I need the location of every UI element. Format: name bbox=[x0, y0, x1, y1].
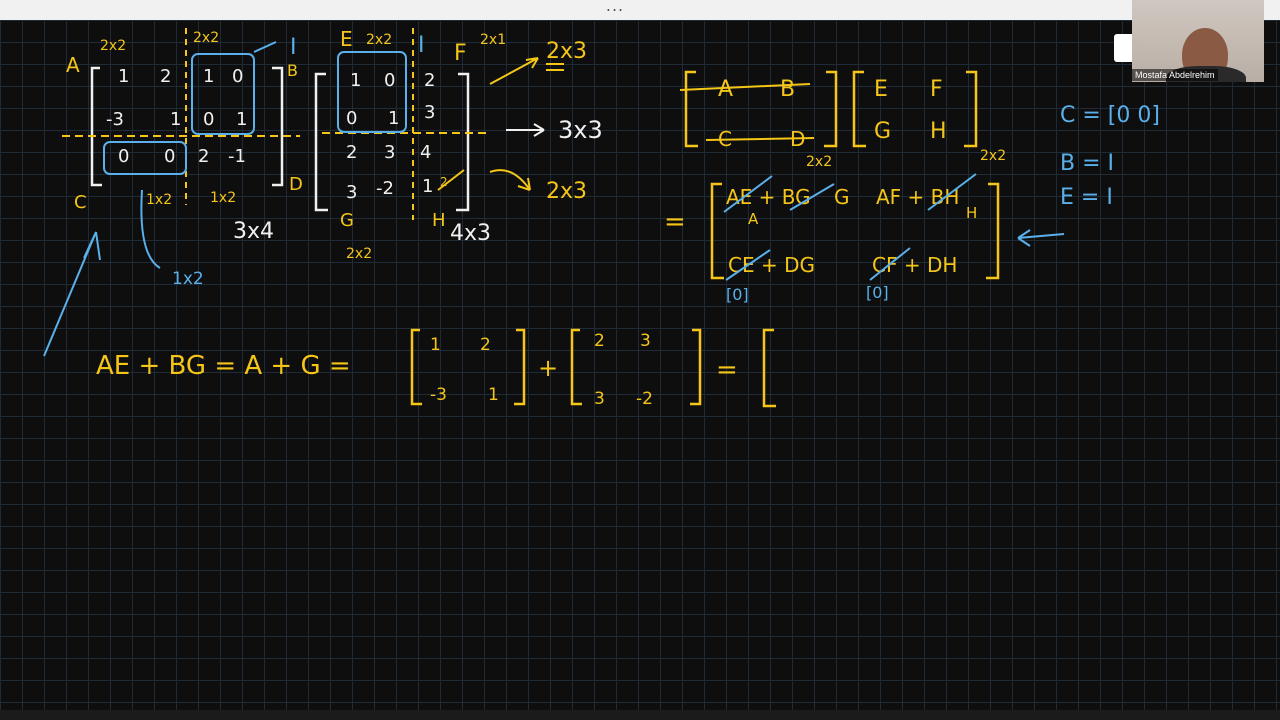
block-bl: CE + DG bbox=[728, 253, 815, 277]
video-thumbnail[interactable]: Mostafa Abdelrehim bbox=[1132, 0, 1264, 82]
m1-entry: 1 bbox=[236, 109, 247, 130]
block-tl-sub: A bbox=[748, 210, 759, 228]
dim-c: 1x2 bbox=[146, 192, 172, 208]
m2-entry: 2 bbox=[424, 70, 435, 91]
m1-entry: 1 bbox=[170, 109, 181, 130]
label-e: E bbox=[340, 27, 353, 51]
m2-entry: 0 bbox=[346, 108, 357, 129]
eq-open-bracket bbox=[762, 328, 776, 408]
arrow-top bbox=[489, 57, 539, 85]
m1-left-bracket bbox=[90, 66, 102, 187]
participant-name: Mostafa Abdelrehim bbox=[1132, 69, 1218, 81]
matrix-one: A 2x2 2x2 I B 1 2 1 0 -3 1 0 1 0 0 2 -1 … bbox=[43, 28, 303, 357]
dim-b: 2x2 bbox=[193, 30, 219, 46]
m2-entry: 0 bbox=[384, 70, 395, 91]
dim-f: 2x1 bbox=[480, 32, 506, 48]
m1-entry: -3 bbox=[106, 109, 124, 130]
m2-entry: 4 bbox=[420, 142, 431, 163]
eq-lhs: AE + BG = A + G = bbox=[96, 351, 351, 381]
m2-entry: -2 bbox=[376, 178, 394, 199]
arrow-to-i bbox=[253, 41, 277, 53]
m2-entry: 3 bbox=[384, 142, 395, 163]
block-dim1: 2x2 bbox=[806, 154, 832, 170]
label-h: H bbox=[432, 210, 446, 231]
m2-size: 4x3 bbox=[450, 221, 491, 246]
m2-entry: 1 bbox=[350, 70, 361, 91]
block-dim2: 2x2 bbox=[980, 148, 1006, 164]
block-b: B bbox=[780, 77, 795, 102]
m1-entry: -1 bbox=[228, 146, 246, 167]
size-arrows: 2x3 3x3 2x3 bbox=[489, 39, 603, 204]
size-top: 2x3 bbox=[546, 39, 587, 64]
m1-entry: 2 bbox=[160, 66, 171, 87]
block-f: F bbox=[930, 77, 943, 102]
block-br: CF + DH bbox=[872, 253, 957, 277]
eq-m2-entry: 3 bbox=[640, 331, 651, 351]
eq-m2-entry: 3 bbox=[594, 389, 605, 409]
label-d: D bbox=[289, 174, 303, 195]
block-g: G bbox=[874, 119, 891, 144]
note-c: C = [0 0] bbox=[1060, 103, 1160, 128]
m1-entry: 0 bbox=[118, 146, 129, 167]
equation: AE + BG = A + G = 1 2 -3 1 + 2 3 3 -2 = bbox=[96, 328, 776, 409]
m2-entry: 3 bbox=[424, 102, 435, 123]
arrow-middle bbox=[506, 123, 545, 137]
block-h: H bbox=[930, 119, 947, 144]
notes: C = [0 0] B = I E = I bbox=[1060, 103, 1160, 210]
eq-m1-entry: 1 bbox=[430, 335, 441, 355]
matrix-two: E 2x2 I F 2x1 1 0 2 0 1 3 2 3 4 3 -2 1 2… bbox=[314, 27, 506, 262]
eq-m2-entry: 2 bbox=[594, 331, 605, 351]
m2-entry: 1 bbox=[422, 176, 433, 197]
m1-entry: 2 bbox=[198, 146, 209, 167]
eq-m2-entry: -2 bbox=[636, 389, 653, 409]
side-panel-tab[interactable] bbox=[1114, 34, 1132, 62]
arrow-to-product bbox=[1017, 229, 1065, 247]
eq-m1-entry: -3 bbox=[430, 385, 447, 405]
m2-left-bracket bbox=[314, 72, 328, 212]
m1-right-bracket bbox=[272, 66, 284, 187]
eq-m1-entry: 1 bbox=[488, 385, 499, 405]
m1-entry: 0 bbox=[164, 146, 175, 167]
m1-entry: 1 bbox=[118, 66, 129, 87]
block-product: A B C D E F G H 2x2 2x2 = AE + BG G A AF… bbox=[664, 70, 1065, 304]
note-b: B = I bbox=[1060, 151, 1114, 176]
m2-entry: 3 bbox=[346, 182, 357, 203]
m1-size: 3x4 bbox=[233, 219, 274, 244]
note-e: E = I bbox=[1060, 185, 1113, 210]
dim-e: 2x2 bbox=[366, 32, 392, 48]
label-i-b: I bbox=[290, 35, 297, 60]
block-a: A bbox=[718, 77, 733, 102]
label-i-e: I bbox=[418, 33, 425, 58]
pointer-arrow bbox=[43, 231, 101, 357]
m2-right-bracket bbox=[456, 72, 470, 212]
size-middle: 3x3 bbox=[558, 116, 603, 144]
m1-entry: 0 bbox=[232, 66, 243, 87]
block-br-sub: [0] bbox=[866, 283, 889, 302]
whiteboard-ink: A 2x2 2x2 I B 1 2 1 0 -3 1 0 1 0 0 2 -1 … bbox=[43, 27, 1160, 409]
m1-entry: 0 bbox=[203, 109, 214, 130]
eq-m1-entry: 2 bbox=[480, 335, 491, 355]
dim-a: 2x2 bbox=[100, 38, 126, 54]
m2-entry: 2 bbox=[346, 142, 357, 163]
dim-d: 1x2 bbox=[210, 190, 236, 206]
block-tr-sub: H bbox=[966, 204, 977, 222]
size-bottom: 2x3 bbox=[546, 179, 587, 204]
block-e: E bbox=[874, 77, 888, 102]
eq-plus: + bbox=[538, 354, 558, 382]
label-a: A bbox=[66, 53, 80, 77]
block-equals: = bbox=[664, 207, 686, 237]
label-b: B bbox=[287, 61, 298, 80]
dim-g: 2x2 bbox=[346, 246, 372, 262]
dim-c-arrow: 1x2 bbox=[172, 269, 204, 289]
eq-equals: = bbox=[716, 355, 738, 385]
label-g: G bbox=[340, 210, 354, 231]
arrow-bottom bbox=[489, 169, 531, 191]
block-bl-sub: [0] bbox=[726, 285, 749, 304]
m1-entry: 1 bbox=[203, 66, 214, 87]
m2-entry: 1 bbox=[388, 108, 399, 129]
label-c: C bbox=[74, 192, 87, 213]
label-f: F bbox=[454, 41, 467, 66]
block-tl-g: G bbox=[834, 185, 850, 209]
